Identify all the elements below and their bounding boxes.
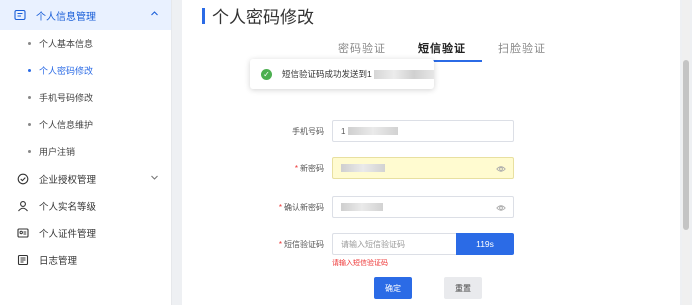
bullet-dot-icon — [28, 42, 31, 45]
id-card-icon — [17, 227, 29, 239]
title-accent-bar — [202, 7, 205, 24]
tab-face-verify[interactable]: 扫脸验证 — [482, 40, 562, 62]
check-circle-icon: ✓ — [261, 68, 272, 80]
sms-code-error: 请输入短信验证码 — [332, 260, 388, 267]
scrollbar-thumb[interactable] — [683, 60, 689, 230]
sidebar-item-label: 手机号码修改 — [39, 93, 94, 103]
eye-icon[interactable] — [496, 203, 506, 215]
shield-check-icon — [17, 173, 29, 185]
sidebar: 个人信息管理 个人基本信息 个人密码修改 手机号码修改 个人信息维护 用户注销 … — [0, 0, 172, 305]
toast-message: 短信验证码成功发送到1 — [282, 69, 372, 79]
eye-icon[interactable] — [496, 164, 506, 176]
page-title: 个人密码修改 — [202, 3, 314, 28]
confirm-button[interactable]: 确定 — [374, 277, 412, 299]
sms-code-placeholder: 请输入短信验证码 — [341, 239, 405, 249]
new-password-row: * 新密码 — [182, 157, 514, 179]
sidebar-item-logs[interactable]: 日志管理 — [0, 246, 171, 273]
log-icon — [17, 254, 29, 266]
chevron-down-icon — [150, 173, 159, 185]
sidebar-item-enterprise-auth[interactable]: 企业授权管理 — [0, 165, 171, 192]
bullet-dot-icon — [28, 123, 31, 126]
sms-code-row: * 短信验证码 请输入短信验证码 119s — [182, 233, 514, 255]
sms-code-input[interactable]: 请输入短信验证码 — [332, 233, 456, 255]
success-toast: ✓ 短信验证码成功发送到1 — [250, 59, 434, 89]
sidebar-item-phone-change[interactable]: 手机号码修改 — [0, 84, 171, 111]
sidebar-item-label: 日志管理 — [39, 255, 78, 267]
phone-field[interactable]: 1 — [332, 120, 514, 142]
new-password-label: * 新密码 — [294, 163, 324, 173]
reset-button[interactable]: 重置 — [444, 277, 482, 299]
sidebar-item-info-maintenance[interactable]: 个人信息维护 — [0, 111, 171, 138]
sidebar-item-label: 个人证件管理 — [39, 228, 97, 240]
profile-card-icon — [14, 9, 26, 21]
sidebar-item-label: 个人密码修改 — [39, 66, 94, 76]
sidebar-item-realname-level[interactable]: 个人实名等级 — [0, 192, 171, 219]
sidebar-item-label: 企业授权管理 — [39, 174, 97, 186]
sidebar-item-label: 个人基本信息 — [39, 39, 94, 49]
sidebar-item-label: 个人实名等级 — [39, 201, 97, 213]
main-panel: 个人密码修改 密码验证 短信验证 扫脸验证 ✓ 短信验证码成功发送到1 手机号码… — [182, 0, 680, 305]
confirm-password-field[interactable] — [332, 196, 514, 218]
sidebar-item-account-cancel[interactable]: 用户注销 — [0, 138, 171, 165]
resend-code-button[interactable]: 119s — [456, 233, 514, 255]
bullet-dot-icon — [28, 69, 31, 72]
sidebar-item-label: 个人信息维护 — [39, 120, 94, 130]
sidebar-item-id-docs[interactable]: 个人证件管理 — [0, 219, 171, 246]
masked-password-value — [341, 164, 385, 172]
sidebar-item-password-change[interactable]: 个人密码修改 — [0, 57, 171, 84]
page-title-text: 个人密码修改 — [212, 8, 314, 27]
masked-password-value — [341, 203, 383, 211]
new-password-field[interactable] — [332, 157, 514, 179]
sms-code-label: * 短信验证码 — [278, 239, 324, 249]
masked-phone-value — [348, 127, 399, 135]
phone-label: 手机号码 — [292, 126, 324, 136]
phone-row: 手机号码 1 — [182, 120, 514, 142]
sidebar-item-basic-info[interactable]: 个人基本信息 — [0, 30, 171, 57]
confirm-password-row: * 确认新密码 — [182, 196, 514, 218]
sidebar-group-personal-info[interactable]: 个人信息管理 — [0, 0, 171, 30]
sidebar-group-label: 个人信息管理 — [36, 11, 96, 23]
user-icon — [17, 200, 29, 212]
sidebar-item-label: 用户注销 — [39, 147, 76, 157]
bullet-dot-icon — [28, 150, 31, 153]
chevron-up-icon — [150, 9, 159, 21]
masked-phone-number — [373, 69, 434, 79]
confirm-password-label: * 确认新密码 — [278, 202, 324, 212]
bullet-dot-icon — [28, 96, 31, 99]
